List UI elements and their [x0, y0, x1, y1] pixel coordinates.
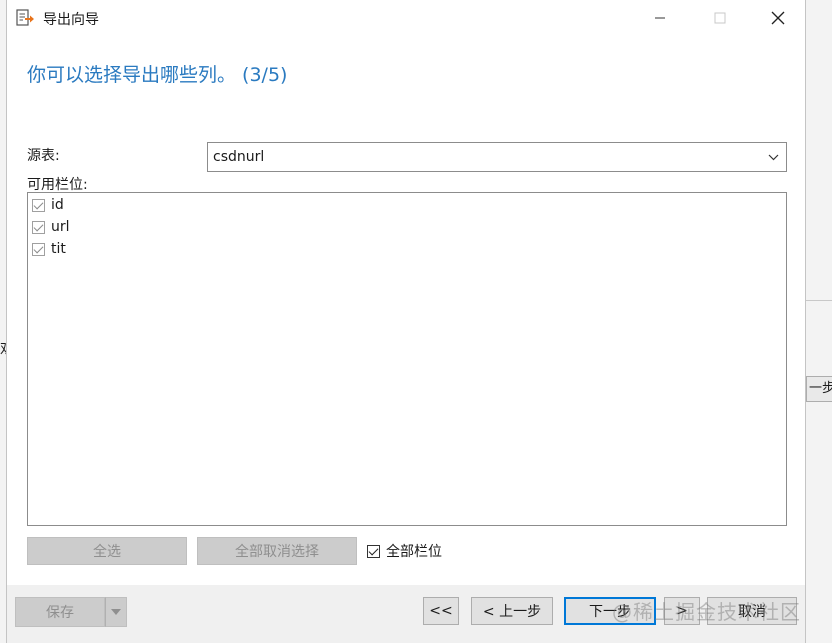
chevron-down-icon [766, 143, 780, 171]
field-name: tit [51, 241, 66, 257]
select-all-button[interactable]: 全选 [27, 537, 187, 565]
save-split-button[interactable]: 保存 [15, 597, 127, 627]
field-name: url [51, 219, 70, 235]
export-wizard-window: 导出向导 你可以选择导出哪些列。 (3/5) 源表: csdnurl 可用栏位:… [6, 0, 806, 643]
step-heading: 你可以选择导出哪些列。 (3/5) [27, 64, 288, 86]
all-fields-checkbox[interactable] [367, 544, 380, 558]
field-checkbox[interactable] [32, 242, 45, 256]
previous-step-button[interactable]: < 上一步 [471, 597, 553, 625]
title-bar: 导出向导 [7, 0, 805, 36]
cancel-button[interactable]: 取消 [707, 597, 797, 625]
next-arrow-button[interactable]: > [664, 597, 700, 625]
close-button[interactable] [755, 0, 801, 36]
close-icon [771, 11, 785, 25]
source-table-select[interactable]: csdnurl [207, 142, 787, 172]
maximize-icon [714, 12, 726, 24]
background-window-right: 一步 [806, 0, 832, 643]
background-divider [806, 300, 832, 301]
source-table-label: 源表: [27, 148, 60, 164]
minimize-icon [655, 17, 665, 19]
all-fields-label: 全部栏位 [386, 544, 442, 560]
background-button-fragment: 一步 [806, 376, 832, 402]
next-step-button[interactable]: 下一步 [564, 597, 656, 625]
maximize-button[interactable] [697, 0, 743, 36]
list-item[interactable]: tit [32, 239, 66, 259]
list-item[interactable]: url [32, 217, 70, 237]
deselect-all-button[interactable]: 全部取消选择 [197, 537, 357, 565]
all-fields-checkbox-row[interactable]: 全部栏位 [367, 541, 442, 561]
field-name: id [51, 197, 64, 213]
window-title: 导出向导 [43, 12, 99, 28]
source-table-value: csdnurl [213, 149, 265, 165]
field-checkbox[interactable] [32, 198, 45, 212]
save-button[interactable]: 保存 [15, 597, 105, 627]
export-wizard-icon [16, 9, 34, 26]
field-checkbox[interactable] [32, 220, 45, 234]
list-item[interactable]: id [32, 195, 64, 215]
minimize-button[interactable] [637, 0, 683, 36]
available-fields-list[interactable]: id url tit [27, 192, 787, 526]
first-step-button[interactable]: << [423, 597, 459, 625]
available-fields-label: 可用栏位: [27, 177, 88, 193]
save-dropdown-button[interactable] [105, 597, 127, 627]
triangle-down-icon [111, 609, 121, 615]
